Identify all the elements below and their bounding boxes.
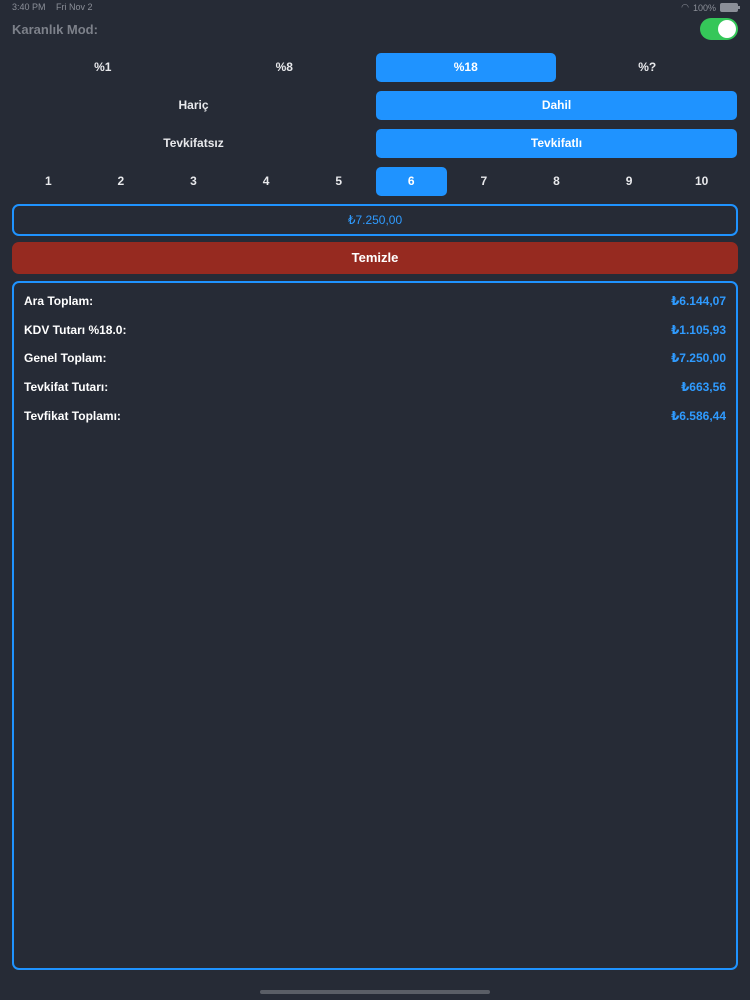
ratio-option-5[interactable]: 5 [303,167,374,196]
ratio-option-7[interactable]: 7 [449,167,520,196]
grand-total-label: Genel Toplam: [24,351,107,365]
app-screen: 3:40 PM Fri Nov 2 ◠ 100% Karanlık Mod: %… [0,0,750,1000]
vat-rate-option-8[interactable]: %8 [195,53,375,82]
result-row-grand-total: Genel Toplam: ₺7.250,00 [24,351,726,369]
withholding-amount-value: ₺663,56 [680,380,726,394]
ratio-option-10[interactable]: 10 [666,167,737,196]
clear-button[interactable]: Temizle [12,242,738,274]
ratio-option-6[interactable]: 6 [375,167,447,196]
result-row-subtotal: Ara Toplam: ₺6.144,07 [24,294,726,312]
ratio-option-8[interactable]: 8 [521,167,592,196]
withholding-ratio-segmented-control: 1 2 3 4 5 6 7 8 9 10 [12,167,738,196]
home-indicator [260,990,490,994]
status-date: Fri Nov 2 [56,2,93,12]
battery-percentage: 100% [692,2,716,13]
dark-mode-row: Karanlık Mod: [12,18,738,42]
with-withholding-option[interactable]: Tevkifatlı [376,129,737,158]
status-bar: 3:40 PM Fri Nov 2 ◠ 100% [0,0,750,16]
withholding-segmented-control: Tevkifatsız Tevkifatlı [12,129,738,158]
vat-included-option[interactable]: Dahil [376,91,737,120]
without-withholding-option[interactable]: Tevkifatsız [13,129,374,158]
vat-amount-value: ₺1.105,93 [670,323,726,337]
ratio-option-4[interactable]: 4 [231,167,302,196]
withholding-total-value: ₺6.586,44 [670,409,726,423]
amount-input[interactable]: ₺7.250,00 [12,204,738,236]
result-row-withholding-amount: Tevkifat Tutarı: ₺663,56 [24,380,726,398]
vat-inclusion-segmented-control: Hariç Dahil [12,91,738,120]
subtotal-value: ₺6.144,07 [670,294,726,308]
result-row-withholding-total: Tevfikat Toplamı: ₺6.586,44 [24,409,726,427]
withholding-amount-label: Tevkifat Tutarı: [24,380,109,394]
withholding-total-label: Tevfikat Toplamı: [24,409,121,423]
vat-rate-option-1[interactable]: %1 [13,53,193,82]
status-time: 3:40 PM [12,2,46,12]
dark-mode-toggle[interactable] [700,18,738,40]
subtotal-label: Ara Toplam: [24,294,94,308]
ratio-option-1[interactable]: 1 [13,167,84,196]
ratio-option-9[interactable]: 9 [594,167,665,196]
wifi-icon: ◠ [681,2,689,12]
vat-rate-option-18[interactable]: %18 [376,53,556,82]
vat-rate-option-custom[interactable]: %? [558,53,738,82]
battery-icon [720,3,740,12]
vat-amount-label: KDV Tutarı %18.0: [24,323,127,337]
toggle-knob [718,20,736,38]
status-right: ◠ 100% [681,2,740,13]
result-row-vat-amount: KDV Tutarı %18.0: ₺1.105,93 [24,323,726,341]
ratio-option-3[interactable]: 3 [158,167,229,196]
vat-rate-segmented-control: %1 %8 %18 %? [12,53,738,82]
grand-total-value: ₺7.250,00 [670,351,726,365]
results-panel: Ara Toplam: ₺6.144,07 KDV Tutarı %18.0: … [12,281,738,970]
ratio-option-2[interactable]: 2 [86,167,157,196]
dark-mode-label: Karanlık Mod: [12,22,98,37]
vat-excluded-option[interactable]: Hariç [13,91,374,120]
status-left: 3:40 PM Fri Nov 2 [12,2,101,12]
